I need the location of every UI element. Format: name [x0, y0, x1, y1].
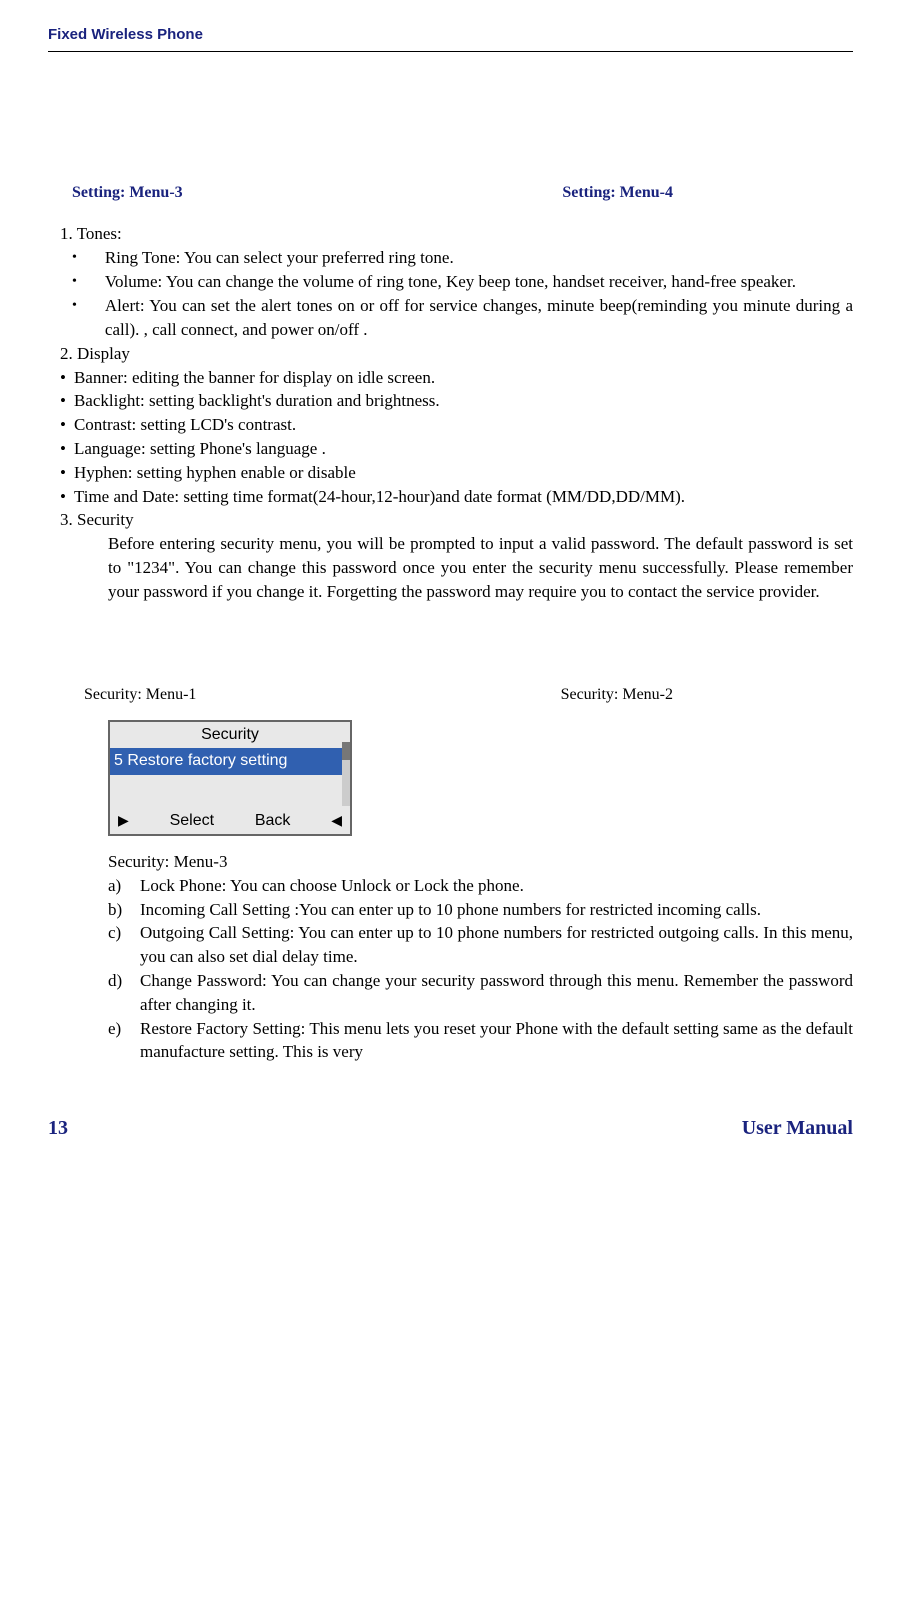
bullet-text: Volume: You can change the volume of rin…	[105, 270, 853, 294]
item-d: d) Change Password: You can change your …	[108, 969, 853, 1017]
letter-label: e)	[108, 1017, 140, 1065]
footer-label: User Manual	[742, 1114, 853, 1142]
bullet-text: Alert: You can set the alert tones on or…	[105, 294, 853, 342]
bullet-text: Ring Tone: You can select your preferred…	[105, 246, 853, 270]
screenshot-selected-item: 5 Restore factory setting	[110, 748, 350, 774]
body-content: 1. Tones: • Ring Tone: You can select yo…	[48, 222, 853, 1064]
page-number: 13	[48, 1114, 68, 1142]
bullet-icon: •	[60, 437, 66, 461]
bullet-ring-tone: • Ring Tone: You can select your preferr…	[72, 246, 853, 270]
phone-screenshot: Security 5 Restore factory setting ▶ Sel…	[108, 720, 352, 836]
bullet-contrast: • Contrast: setting LCD's contrast.	[48, 413, 853, 437]
bullet-hyphen: • Hyphen: setting hyphen enable or disab…	[48, 461, 853, 485]
security-menu-3-block: Security 5 Restore factory setting ▶ Sel…	[108, 720, 853, 874]
screenshot-scrollbar	[342, 742, 350, 806]
bullet-icon: •	[72, 246, 77, 270]
bullet-icon: •	[60, 389, 66, 413]
security-menu-2-label: Security: Menu-2	[561, 684, 673, 706]
bullet-icon: •	[60, 413, 66, 437]
bullet-text: Contrast: setting LCD's contrast.	[74, 413, 853, 437]
item-a: a) Lock Phone: You can choose Unlock or …	[108, 874, 853, 898]
softkey-back: Back	[255, 810, 291, 832]
bullet-volume: • Volume: You can change the volume of r…	[72, 270, 853, 294]
security-menu-labels: Security: Menu-1 Security: Menu-2	[48, 684, 853, 706]
item-b: b) Incoming Call Setting :You can enter …	[108, 898, 853, 922]
item-2-display: 2. Display	[60, 342, 853, 366]
letter-text: Outgoing Call Setting: You can enter up …	[140, 921, 853, 969]
footer: 13 User Manual	[48, 1114, 853, 1142]
security-body: Before entering security menu, you will …	[108, 532, 853, 603]
letter-label: b)	[108, 898, 140, 922]
arrow-right-icon: ▶	[118, 811, 129, 831]
screenshot-title: Security	[110, 722, 350, 748]
letter-text: Restore Factory Setting: This menu lets …	[140, 1017, 853, 1065]
bullet-text: Time and Date: setting time format(24-ho…	[74, 485, 853, 509]
bullet-icon: •	[60, 366, 66, 390]
bullet-text: Backlight: setting backlight's duration …	[74, 389, 853, 413]
arrow-left-icon: ◀	[331, 811, 342, 831]
setting-menu-4-label: Setting: Menu-4	[562, 182, 673, 204]
setting-menu-3-label: Setting: Menu-3	[72, 182, 183, 204]
bullet-icon: •	[72, 294, 77, 342]
item-1-tones: 1. Tones:	[60, 222, 853, 246]
bullet-language: • Language: setting Phone's language .	[48, 437, 853, 461]
screenshot-softkeys: ▶ Select Back ◀	[110, 810, 350, 832]
letter-text: Change Password: You can change your sec…	[140, 969, 853, 1017]
bullet-backlight: • Backlight: setting backlight's duratio…	[48, 389, 853, 413]
bullet-text: Banner: editing the banner for display o…	[74, 366, 853, 390]
item-e: e) Restore Factory Setting: This menu le…	[108, 1017, 853, 1065]
letter-text: Lock Phone: You can choose Unlock or Loc…	[140, 874, 853, 898]
letter-label: c)	[108, 921, 140, 969]
bullet-time-date: • Time and Date: setting time format(24-…	[48, 485, 853, 509]
bullet-alert: • Alert: You can set the alert tones on …	[72, 294, 853, 342]
security-menu-1-label: Security: Menu-1	[84, 684, 196, 706]
item-c: c) Outgoing Call Setting: You can enter …	[108, 921, 853, 969]
softkey-select: Select	[170, 810, 214, 832]
screenshot-scroll-thumb	[342, 742, 350, 760]
item-3-security: 3. Security	[60, 508, 853, 532]
letter-label: a)	[108, 874, 140, 898]
security-menu-3-label: Security: Menu-3	[108, 850, 853, 874]
setting-menu-labels: Setting: Menu-3 Setting: Menu-4	[48, 182, 853, 204]
bullet-icon: •	[72, 270, 77, 294]
bullet-icon: •	[60, 461, 66, 485]
bullet-icon: •	[60, 485, 66, 509]
letter-label: d)	[108, 969, 140, 1017]
bullet-text: Language: setting Phone's language .	[74, 437, 853, 461]
letter-text: Incoming Call Setting :You can enter up …	[140, 898, 853, 922]
bullet-banner: • Banner: editing the banner for display…	[48, 366, 853, 390]
bullet-text: Hyphen: setting hyphen enable or disable	[74, 461, 853, 485]
header-title: Fixed Wireless Phone	[48, 24, 853, 52]
